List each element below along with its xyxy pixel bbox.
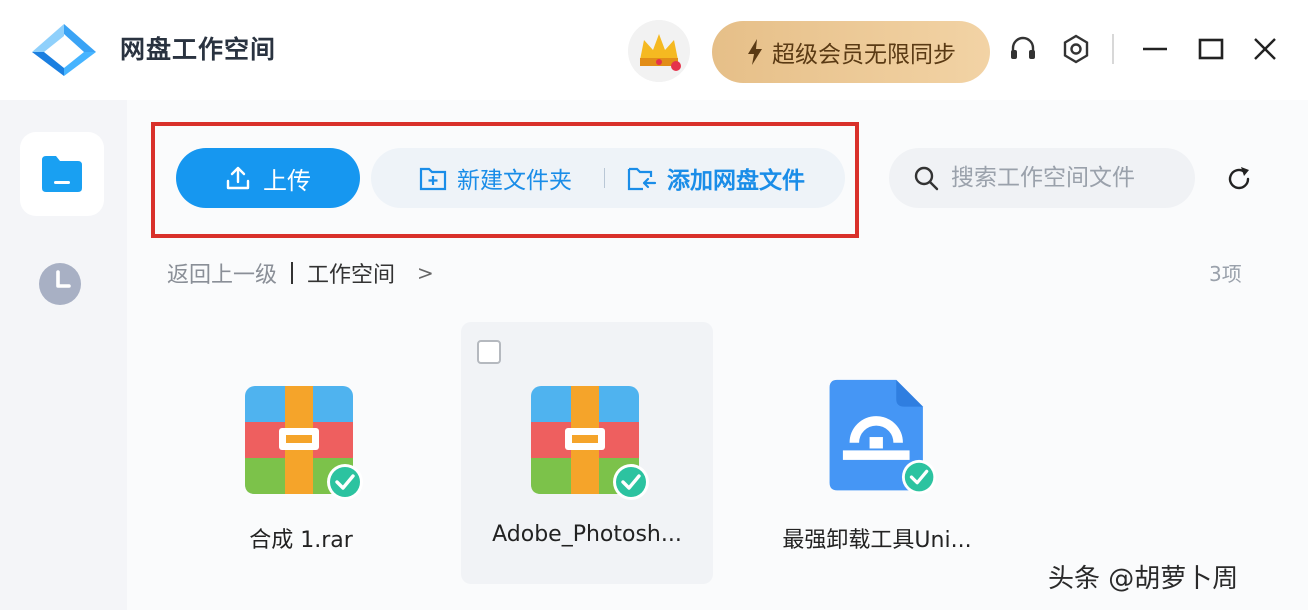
breadcrumb-back-link[interactable]: 返回上一级 — [167, 257, 277, 289]
installer-file-icon — [829, 379, 937, 495]
upload-button[interactable]: 上传 — [176, 148, 360, 208]
file-item[interactable]: 最强卸载工具Uni... — [751, 322, 1003, 584]
breadcrumb-divider — [291, 262, 294, 284]
action-pill: 新建文件夹 添加网盘文件 — [371, 148, 845, 208]
app-logo-icon — [32, 24, 96, 76]
new-folder-label: 新建文件夹 — [457, 168, 572, 194]
archive-file-icon — [531, 386, 649, 500]
upload-label: 上传 — [263, 166, 311, 195]
pill-divider — [604, 168, 605, 188]
file-name: Adobe_Photosh... — [492, 522, 682, 547]
add-netdisk-file-button[interactable]: 添加网盘文件 — [627, 148, 805, 208]
maximize-icon[interactable] — [1196, 34, 1226, 64]
upload-icon — [226, 166, 250, 190]
vip-crown-icon[interactable] — [628, 20, 690, 82]
clock-icon[interactable] — [38, 262, 82, 306]
app-title: 网盘工作空间 — [120, 35, 277, 64]
vip-sync-button[interactable]: 超级会员无限同步 — [712, 21, 990, 83]
import-folder-icon — [627, 167, 657, 191]
folder-icon — [42, 156, 82, 192]
file-name: 最强卸载工具Uni... — [782, 528, 972, 553]
watermark: 头条 @胡萝卜周 — [1048, 564, 1239, 594]
refresh-icon[interactable] — [1224, 164, 1254, 194]
minimize-icon[interactable] — [1140, 34, 1170, 64]
close-icon[interactable] — [1250, 34, 1280, 64]
title-bar: 网盘工作空间 超级会员无限同步 — [0, 0, 1308, 100]
search-box — [889, 148, 1195, 208]
file-name: 合成 1.rar — [249, 528, 353, 553]
lightning-icon — [748, 39, 762, 65]
vip-sync-label: 超级会员无限同步 — [772, 42, 956, 68]
new-folder-icon — [419, 167, 447, 191]
settings-icon[interactable] — [1061, 34, 1091, 64]
search-input[interactable] — [951, 165, 1191, 191]
sidebar — [0, 100, 127, 610]
sidebar-item-files[interactable] — [20, 132, 104, 216]
archive-file-icon — [245, 386, 363, 500]
headset-icon[interactable] — [1008, 34, 1038, 64]
search-icon — [914, 166, 939, 191]
file-item[interactable]: Adobe_Photosh... — [461, 322, 713, 584]
item-count: 3项 — [1209, 262, 1242, 286]
main-panel: 上传 新建文件夹 添加网盘文件 返回上 — [127, 100, 1308, 610]
chevron-right-icon[interactable]: > — [417, 261, 434, 285]
file-item[interactable]: 合成 1.rar — [175, 322, 427, 584]
breadcrumb: 返回上一级 工作空间 > — [167, 258, 434, 288]
titlebar-divider — [1112, 34, 1114, 64]
new-folder-button[interactable]: 新建文件夹 — [419, 148, 572, 208]
add-netdisk-file-label: 添加网盘文件 — [667, 168, 805, 194]
breadcrumb-current[interactable]: 工作空间 — [307, 257, 395, 289]
file-checkbox[interactable] — [477, 340, 501, 364]
